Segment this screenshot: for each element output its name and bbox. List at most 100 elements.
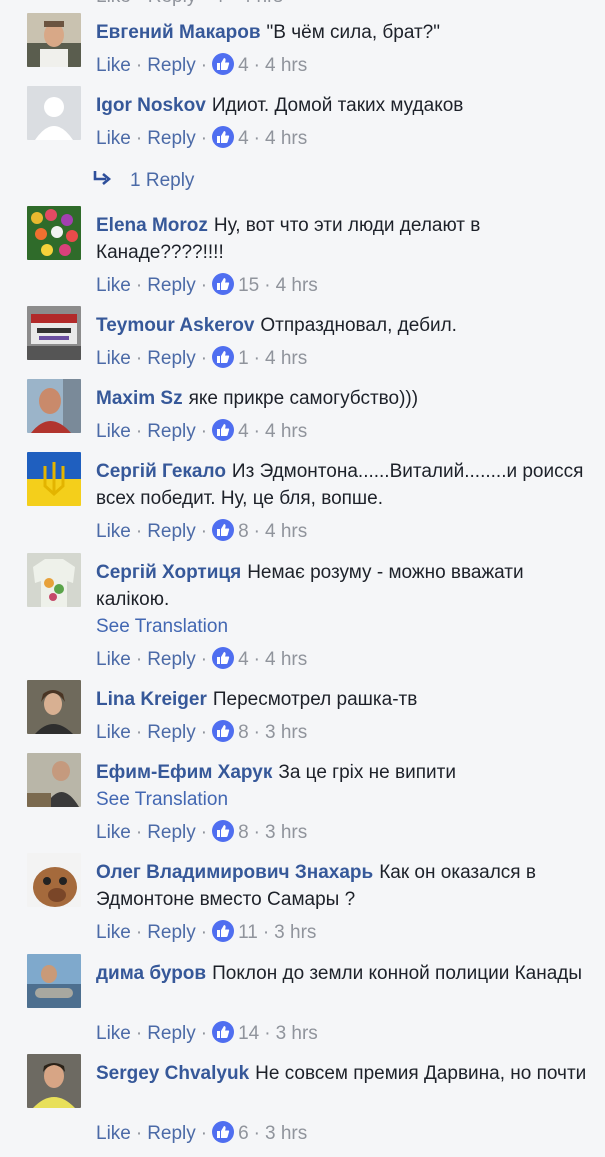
like-count[interactable]: 15	[238, 275, 259, 296]
reply-button[interactable]: Reply	[147, 922, 196, 943]
like-button[interactable]: Like	[96, 275, 131, 296]
comment-author[interactable]: Олег Владимирович Знахарь	[96, 862, 373, 883]
like-thumb-icon[interactable]	[212, 126, 235, 148]
comment-timestamp[interactable]: 4 hrs	[265, 348, 307, 369]
like-thumb-icon[interactable]	[212, 273, 235, 295]
reply-button[interactable]: Reply	[147, 275, 196, 296]
reply-button[interactable]: Reply	[147, 128, 196, 149]
reply-button[interactable]: Reply	[147, 1123, 196, 1144]
like-thumb-icon[interactable]	[212, 519, 235, 541]
avatar-photo-tulips[interactable]	[27, 206, 81, 260]
like-count[interactable]: 11	[238, 922, 258, 943]
comment-actions: Like · Reply · 14 · 3 hrs	[96, 1020, 318, 1047]
like-thumb-icon[interactable]	[212, 1121, 235, 1143]
reply-button[interactable]: Reply	[147, 421, 196, 442]
like-thumb-icon[interactable]	[212, 920, 235, 942]
comment-timestamp[interactable]: 3 hrs	[274, 922, 316, 943]
separator-dot: ·	[253, 722, 260, 743]
like-count[interactable]: 4	[238, 649, 249, 670]
avatar-ukraine-flag-trident[interactable]	[27, 452, 81, 506]
separator-dot: ·	[135, 722, 143, 743]
like-thumb-icon[interactable]	[212, 647, 235, 669]
separator-dot: ·	[253, 348, 260, 369]
reply-button[interactable]: Reply	[147, 55, 196, 76]
like-button[interactable]: Like	[96, 521, 131, 542]
comment-author[interactable]: Elena Moroz	[96, 215, 208, 236]
like-thumb-icon[interactable]	[212, 419, 235, 441]
like-button[interactable]: Like	[96, 822, 131, 843]
like-button[interactable]: Like	[96, 1123, 131, 1144]
comment-timestamp[interactable]: 4 hrs	[265, 421, 307, 442]
comment-author[interactable]: Sergey Chvalyuk	[96, 1063, 249, 1084]
comment-body: Ефим-Ефим Харук За це гріх не випити See T…	[96, 759, 587, 813]
like-thumb-icon[interactable]	[212, 53, 235, 75]
reply-button[interactable]: Reply	[147, 822, 196, 843]
see-translation-link[interactable]: See Translation	[96, 613, 587, 640]
comment-body: Евгений Макаров "В чём сила, брат?"	[96, 19, 587, 46]
like-button[interactable]: Like	[96, 348, 131, 369]
comment-timestamp[interactable]: 3 hrs	[265, 722, 307, 743]
reply-button[interactable]: Reply	[147, 722, 196, 743]
comment-author[interactable]: Сергій Хортиця	[96, 562, 241, 583]
like-button[interactable]: Like	[96, 722, 131, 743]
avatar-alf-puppet[interactable]	[27, 853, 81, 907]
like-button[interactable]: Like	[96, 922, 131, 943]
like-button[interactable]: Like	[96, 649, 131, 670]
reply-button[interactable]: Reply	[147, 649, 196, 670]
comment-author[interactable]: Maxim Sz	[96, 388, 183, 409]
comment-author[interactable]: Евгений Макаров	[96, 22, 261, 43]
like-button[interactable]: Like	[96, 128, 131, 149]
comment-author[interactable]: Igor Noskov	[96, 95, 206, 116]
like-thumb-icon[interactable]	[212, 346, 235, 368]
like-count[interactable]: 8	[238, 722, 249, 743]
avatar-photo-young-man[interactable]	[27, 1054, 81, 1108]
comment-timestamp[interactable]: 3 hrs	[265, 1123, 307, 1144]
comment-body: Lina Kreiger Пересмотрел рашка-тв	[96, 686, 587, 713]
separator-dot: ·	[135, 275, 143, 296]
comment-timestamp[interactable]: 3 hrs	[265, 822, 307, 843]
comment-body: Teymour Askerov Отпраздновал, дебил.	[96, 312, 587, 339]
avatar-photo-woman[interactable]	[27, 680, 81, 734]
comment-timestamp[interactable]: 4 hrs	[265, 521, 307, 542]
like-count[interactable]: 14	[238, 1023, 259, 1044]
reply-button[interactable]: Reply	[147, 1023, 196, 1044]
comment-author[interactable]: Сергій Гекало	[96, 461, 226, 482]
like-count[interactable]: 8	[238, 521, 249, 542]
avatar-photo-man-desk[interactable]	[27, 753, 81, 807]
comment-author[interactable]: Ефим-Ефим Харук	[96, 762, 272, 783]
avatar-photo-man-bald[interactable]	[27, 379, 81, 433]
comment-timestamp[interactable]: 4 hrs	[276, 275, 318, 296]
like-count[interactable]: 4	[238, 55, 249, 76]
like-count[interactable]: 1	[238, 348, 249, 369]
comment-body: Сергій Хортиця Немає розуму - можно вважа…	[96, 559, 587, 640]
comment-timestamp[interactable]: 4 hrs	[265, 649, 307, 670]
comment-author[interactable]: дима буров	[96, 963, 206, 984]
reply-button[interactable]: Reply	[147, 348, 196, 369]
like-thumb-icon[interactable]	[212, 1021, 235, 1043]
like-button[interactable]: Like	[96, 421, 131, 442]
like-button[interactable]: Like	[96, 55, 131, 76]
like-button[interactable]: Like	[96, 1023, 131, 1044]
avatar-photo-danger-sign[interactable]	[27, 306, 81, 360]
like-count[interactable]: 6	[238, 1123, 249, 1144]
reply-button[interactable]: Reply	[147, 521, 196, 542]
separator-dot: ·	[200, 649, 208, 670]
like-count[interactable]: 4	[238, 128, 249, 149]
like-count[interactable]: 8	[238, 822, 249, 843]
view-replies-link[interactable]: 1 Reply	[92, 167, 194, 194]
separator-dot: ·	[200, 275, 208, 296]
avatar-photo-man-fish[interactable]	[27, 954, 81, 1008]
comment-author[interactable]: Lina Kreiger	[96, 689, 207, 710]
like-thumb-icon[interactable]	[212, 720, 235, 742]
comment-timestamp[interactable]: 4 hrs	[265, 128, 307, 149]
see-translation-link[interactable]: See Translation	[96, 786, 587, 813]
comment-author[interactable]: Teymour Askerov	[96, 315, 254, 336]
comment-timestamp[interactable]: 4 hrs	[265, 55, 307, 76]
separator-dot: ·	[264, 1023, 271, 1044]
default-avatar-silhouette[interactable]	[27, 86, 81, 140]
avatar-photo-tshirt[interactable]	[27, 553, 81, 607]
comment-timestamp[interactable]: 3 hrs	[276, 1023, 318, 1044]
avatar-photo-man-jacket[interactable]	[27, 13, 81, 67]
like-count[interactable]: 4	[238, 421, 249, 442]
like-thumb-icon[interactable]	[212, 820, 235, 842]
